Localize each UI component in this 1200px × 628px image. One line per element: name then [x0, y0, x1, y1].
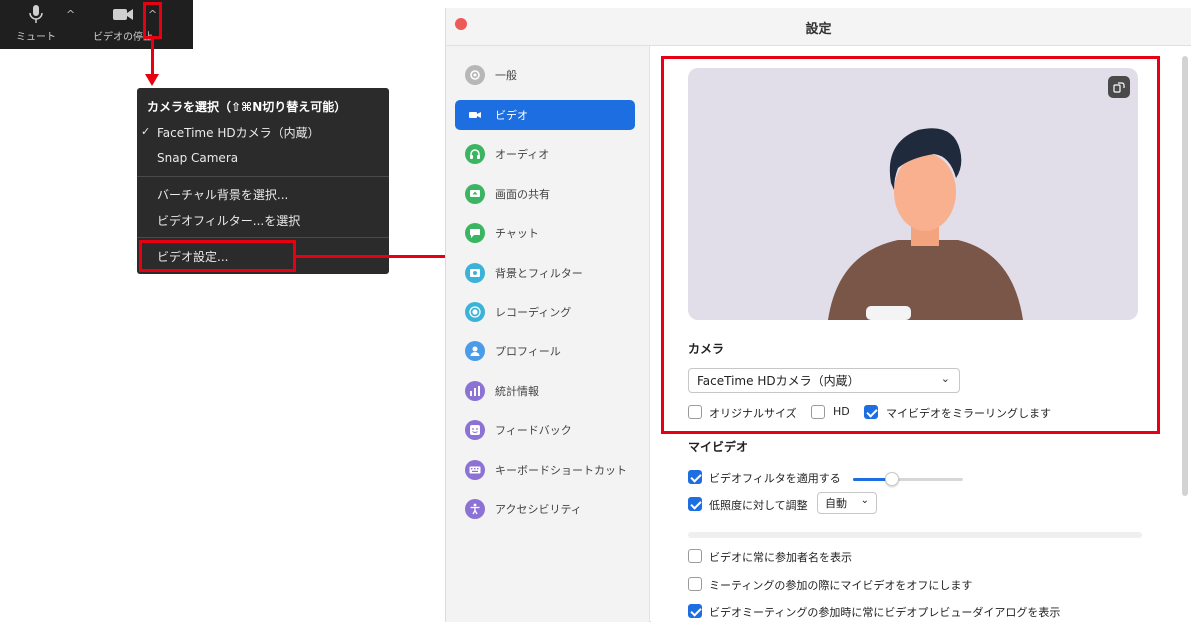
menu-item-snap-camera[interactable]: Snap Camera: [157, 151, 238, 165]
sidebar-item-label: キーボードショートカット: [495, 464, 627, 477]
preview-dialog-checkbox[interactable]: [688, 604, 702, 618]
sidebar-item-label: レコーディング: [495, 306, 572, 319]
gear-icon: [465, 65, 485, 85]
statistics-icon: [465, 381, 485, 401]
accessibility-icon: [465, 499, 485, 519]
feedback-icon: [465, 420, 485, 440]
headphones-icon: [465, 144, 485, 164]
low-light-value: 自動: [825, 497, 847, 510]
sidebar-item-label: ビデオ: [495, 109, 528, 122]
menu-item-video-filter[interactable]: ビデオフィルター...を選択: [157, 212, 300, 229]
slider-knob[interactable]: [884, 472, 899, 486]
mute-label: ミュート: [16, 32, 56, 43]
sidebar-item-feedback[interactable]: フィードバック: [455, 415, 635, 445]
menu-item-virtual-background[interactable]: バーチャル背景を選択...: [157, 186, 288, 203]
sidebar-item-video[interactable]: ビデオ: [455, 100, 635, 130]
my-video-section-label: マイビデオ: [688, 440, 749, 454]
sidebar-item-keyboard-shortcuts[interactable]: キーボードショートカット: [455, 455, 635, 485]
microphone-icon: [29, 5, 43, 23]
scrollbar[interactable]: [1182, 56, 1188, 496]
sidebar-item-accessibility[interactable]: アクセシビリティ: [455, 494, 635, 524]
sidebar-item-audio[interactable]: オーディオ: [455, 139, 635, 169]
sidebar-item-label: チャット: [495, 227, 539, 240]
sidebar-item-label: 一般: [495, 69, 517, 82]
sidebar-item-label: 画面の共有: [495, 188, 550, 201]
sidebar-item-label: 背景とフィルター: [495, 267, 583, 280]
settings-sidebar: 一般 ビデオ オーディオ 画面の共有 チャット 背景とフィルター レコーディング: [446, 46, 650, 622]
menu-header: カメラを選択（⇧⌘N切り替え可能）: [147, 100, 347, 114]
video-settings-highlight: [139, 240, 296, 272]
profile-icon: [465, 341, 485, 361]
filter-strength-slider[interactable]: [853, 472, 963, 486]
arrow-right-line: [296, 255, 446, 258]
keyboard-icon: [465, 460, 485, 480]
audio-options-caret[interactable]: ^: [66, 8, 75, 21]
video-filter-checkbox[interactable]: [688, 470, 702, 484]
sidebar-item-recording[interactable]: レコーディング: [455, 297, 635, 327]
camera-settings-highlight: [661, 56, 1160, 434]
video-camera-icon: [465, 105, 485, 125]
sidebar-item-label: アクセシビリティ: [495, 503, 582, 516]
show-participant-names-checkbox[interactable]: [688, 549, 702, 563]
meeting-toolbar: ミュート ^ ビデオの停止 ^: [0, 0, 193, 49]
sidebar-item-label: オーディオ: [495, 148, 550, 161]
window-title: 設定: [805, 22, 832, 37]
turn-off-video-checkbox[interactable]: [688, 577, 702, 591]
sidebar-item-label: フィードバック: [495, 424, 572, 437]
menu-divider: [137, 237, 389, 238]
sidebar-item-label: 統計情報: [495, 385, 539, 398]
sidebar-item-share-screen[interactable]: 画面の共有: [455, 179, 635, 209]
video-caret-highlight: [143, 2, 162, 39]
sidebar-item-chat[interactable]: チャット: [455, 218, 635, 248]
sidebar-item-general[interactable]: 一般: [455, 60, 635, 90]
sidebar-item-label: プロフィール: [495, 345, 561, 358]
chat-bubble-icon: [465, 223, 485, 243]
sidebar-item-background-filter[interactable]: 背景とフィルター: [455, 258, 635, 288]
low-light-dropdown[interactable]: 自動 ⌄: [817, 492, 877, 514]
video-filter-label: ビデオフィルタを適用する: [709, 472, 841, 485]
background-icon: [465, 263, 485, 283]
checkmark-icon: ✓: [141, 125, 151, 138]
sidebar-item-profile[interactable]: プロフィール: [455, 336, 635, 366]
title-bar: 設定: [446, 8, 1191, 46]
turn-off-video-label: ミーティングの参加の際にマイビデオをオフにします: [709, 579, 973, 592]
mute-button[interactable]: ミュート: [16, 4, 56, 43]
low-light-label: 低照度に対して調整: [709, 499, 808, 512]
arrow-down-head: [145, 74, 159, 86]
show-participant-names-label: ビデオに常に参加者名を表示: [709, 551, 852, 564]
record-icon: [465, 302, 485, 322]
menu-item-facetime-camera[interactable]: FaceTime HDカメラ（内蔵）: [157, 124, 320, 141]
arrow-down-line: [151, 39, 154, 75]
video-camera-icon: [113, 9, 133, 20]
share-screen-icon: [465, 184, 485, 204]
section-divider: [688, 532, 1142, 538]
preview-dialog-label: ビデオミーティングの参加時に常にビデオプレビューダイアログを表示: [709, 606, 1061, 619]
low-light-checkbox[interactable]: [688, 497, 702, 511]
menu-divider: [137, 176, 389, 177]
chevron-down-icon: ⌄: [860, 495, 869, 506]
sidebar-item-statistics[interactable]: 統計情報: [455, 376, 635, 406]
